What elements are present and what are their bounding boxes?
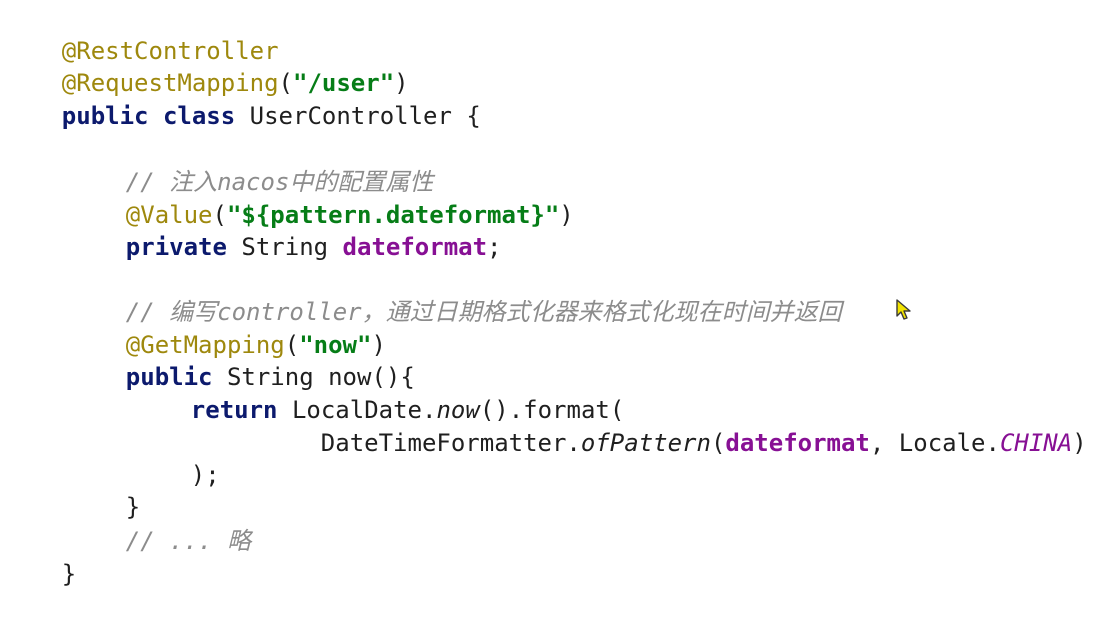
constant-token: CHINA <box>999 429 1073 457</box>
code-line: // 编写controller，通过日期格式化器来格式化现在时间并返回 <box>4 264 842 326</box>
class-name-token: UserController { <box>235 102 481 130</box>
paren-token: ( <box>710 429 726 457</box>
code-line: @Value("${pattern.dateformat}") <box>4 167 574 229</box>
field-token: dateformat <box>725 429 870 457</box>
code-line: // ... 略 <box>4 493 251 555</box>
class-ref-token: DateTimeFormatter. <box>320 429 581 457</box>
code-line: return LocalDate.now().format( <box>4 362 625 424</box>
code-line: private String dateformat; <box>4 199 502 261</box>
code-line: // 注入nacos中的配置属性 <box>4 134 434 196</box>
code-line: public String now(){ <box>4 329 415 391</box>
static-method-token: ofPattern <box>580 429 711 457</box>
keyword-token: private <box>125 233 227 261</box>
closing-brace-token: } <box>61 560 77 588</box>
closing-paren-token: ); <box>190 461 220 489</box>
code-line: public class UserController { <box>4 68 481 130</box>
code-line: ); <box>4 427 220 489</box>
code-line: DateTimeFormatter.ofPattern(dateformat, … <box>4 395 1087 457</box>
code-line: @RequestMapping("/user") <box>4 35 409 97</box>
code-line: @RestController <box>4 3 279 65</box>
code-editor[interactable]: @RestController @RequestMapping("/user")… <box>0 0 1120 588</box>
code-line: } <box>4 459 140 521</box>
code-line: } <box>4 526 76 588</box>
keyword-token: class <box>162 102 236 130</box>
paren-token: ) <box>1072 429 1087 457</box>
code-line: @GetMapping("now") <box>4 297 386 359</box>
comment-token: // ... 略 <box>125 527 251 555</box>
semicolon-token: ; <box>487 233 502 261</box>
keyword-token: public <box>61 102 149 130</box>
type-token: String <box>226 233 343 261</box>
class-ref-token: , Locale. <box>869 429 1000 457</box>
mouse-pointer-icon <box>896 299 911 320</box>
paren-token: ) <box>559 201 574 229</box>
field-token: dateformat <box>342 233 488 261</box>
